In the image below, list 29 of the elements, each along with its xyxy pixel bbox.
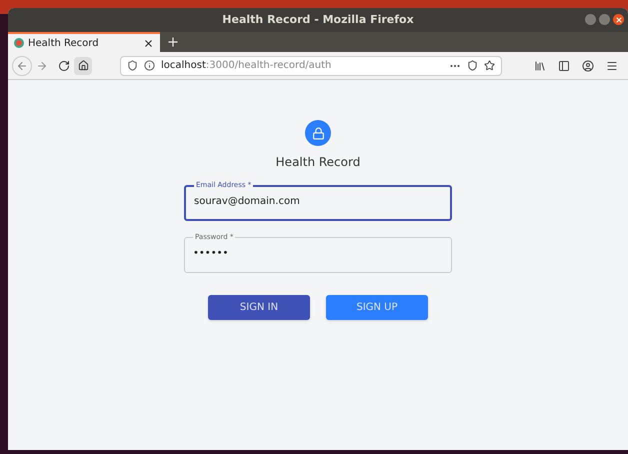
url-text: localhost:3000/health-record/auth [161,59,332,73]
close-button[interactable] [613,14,624,25]
star-icon[interactable] [484,60,495,71]
window-title: Health Record - Mozilla Firefox [222,12,414,28]
close-tab-icon[interactable] [143,38,154,48]
auth-button[interactable]: SIGN IN [208,295,310,320]
close-icon [614,16,622,24]
field-value: •••••• [193,247,230,261]
sidebar-icon[interactable] [558,60,570,72]
home-icon [78,60,88,71]
new-tab-icon[interactable] [166,35,180,49]
back-button[interactable] [12,56,32,76]
address-bar[interactable]: localhost:3000/health-record/auth [120,56,502,76]
menu-icon[interactable] [606,60,618,72]
minimize-button[interactable] [585,14,596,25]
shield-icon [127,60,138,71]
tab-title: Health Record [28,36,100,50]
back-arrow-icon [16,60,28,72]
site-icon [14,38,24,48]
info-icon [144,60,155,71]
lock-icon [312,126,324,140]
account-icon[interactable] [582,60,594,72]
app-title: Health Record [276,154,360,171]
reload-icon[interactable] [58,60,70,72]
library-icon[interactable] [534,60,546,72]
forward-icon[interactable] [36,60,48,72]
field-value: sourav@domain.com [194,195,301,209]
browser-tab[interactable]: Health Record [8,32,160,52]
home-button[interactable] [74,56,92,74]
